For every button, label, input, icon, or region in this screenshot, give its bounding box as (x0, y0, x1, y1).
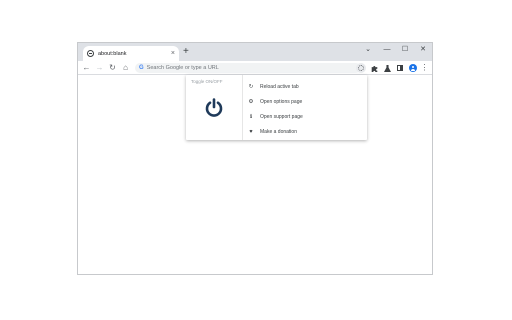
menu-item-label: Reload active tab (260, 83, 299, 90)
tab-strip: about:blank × + ⌄ — ☐ ✕ (78, 43, 432, 61)
toolbar: ← → ↻ ⌂ G Search Google or type a URL ⋮ (78, 61, 432, 75)
minimize-button[interactable]: — (382, 45, 392, 55)
home-icon[interactable]: ⌂ (121, 62, 130, 73)
back-arrow-icon[interactable]: ← (82, 62, 91, 73)
more-menu-icon[interactable]: ⋮ (420, 62, 429, 73)
google-g-icon: G (139, 65, 144, 71)
reload-icon: ↻ (248, 83, 254, 90)
globe-icon (87, 50, 94, 57)
forward-arrow-icon[interactable]: → (95, 62, 104, 73)
gear-icon: ⚙ (248, 98, 254, 105)
puzzle-icon (371, 65, 377, 72)
extension-gear-button[interactable] (356, 63, 366, 73)
profile-button[interactable] (408, 63, 418, 73)
omnibox-placeholder: Search Google or type a URL (146, 65, 219, 71)
power-icon[interactable] (204, 98, 224, 118)
side-panel-icon (397, 65, 403, 71)
tab-title: about:blank (98, 50, 127, 57)
close-window-button[interactable]: ✕ (418, 45, 428, 55)
maximize-button[interactable]: ☐ (400, 45, 410, 55)
menu-item-label: Open options page (260, 98, 303, 105)
tab-search-chevron-icon[interactable]: ⌄ (363, 45, 373, 55)
side-panel-button[interactable] (395, 63, 405, 73)
menu-item-label: Open support page (260, 113, 303, 120)
tab-close-icon[interactable]: × (171, 50, 175, 57)
new-tab-button[interactable]: + (183, 46, 189, 58)
extension-popup: Toggle ON/OFF ↻ Reload active tab ⚙ Open… (186, 75, 367, 140)
gear-icon (358, 65, 364, 71)
menu-item-reload[interactable]: ↻ Reload active tab (244, 79, 367, 94)
browser-window: about:blank × + ⌄ — ☐ ✕ ← → ↻ ⌂ G Search… (77, 42, 433, 275)
toggle-panel: Toggle ON/OFF (186, 75, 243, 140)
menu-item-options[interactable]: ⚙ Open options page (244, 94, 367, 109)
menu-item-donate[interactable]: ♥ Make a donation (244, 124, 367, 139)
extensions-puzzle-button[interactable] (369, 63, 379, 73)
heart-icon: ♥ (249, 128, 253, 135)
omnibox[interactable]: G Search Google or type a URL (135, 63, 361, 73)
info-icon: ℹ (249, 113, 253, 120)
tab-about-blank[interactable]: about:blank × (83, 46, 179, 61)
menu-item-support[interactable]: ℹ Open support page (244, 109, 367, 124)
toggle-label: Toggle ON/OFF (191, 79, 223, 84)
popup-menu: ↻ Reload active tab ⚙ Open options page … (244, 79, 367, 139)
flask-icon (383, 64, 391, 72)
labs-flask-button[interactable] (382, 63, 392, 73)
menu-item-label: Make a donation (260, 128, 297, 135)
avatar-icon (409, 64, 417, 72)
reload-icon[interactable]: ↻ (108, 62, 117, 73)
